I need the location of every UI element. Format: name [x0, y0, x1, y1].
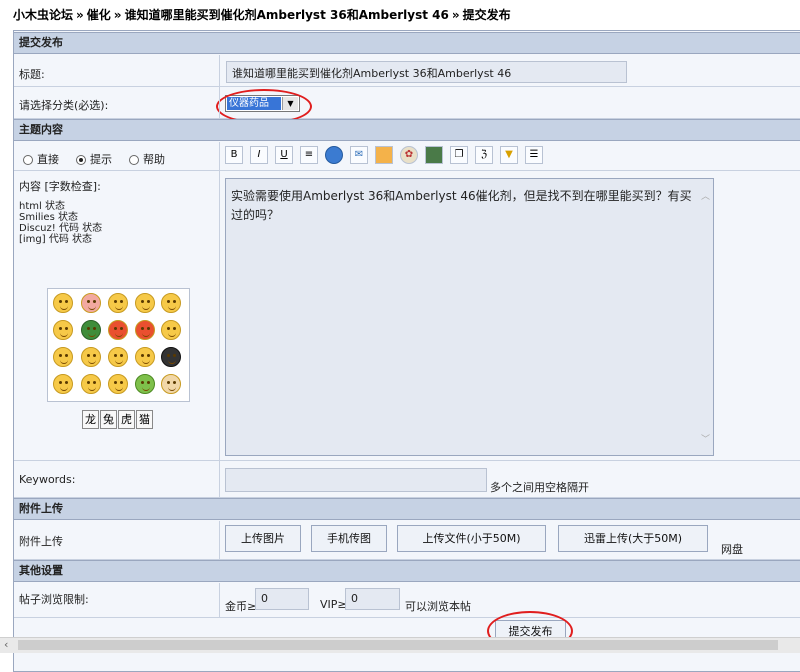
smiley-icon[interactable]	[108, 374, 128, 394]
gold-input[interactable]: 0	[255, 588, 309, 610]
img-code-status: [img] 代码 状态	[19, 234, 93, 245]
title-label: 标题:	[19, 68, 45, 81]
breadcrumb: 小木虫论坛» 催化» 谁知道哪里能买到催化剂Amberlyst 36和Amberly…	[13, 8, 511, 22]
mode-help-label: 帮助	[143, 153, 165, 166]
globe-link-icon[interactable]	[325, 146, 343, 164]
align-icon[interactable]: ≡	[300, 146, 318, 164]
smiley-icon[interactable]	[135, 347, 155, 367]
media-icon[interactable]: ✿	[400, 146, 418, 164]
smiley-icon[interactable]	[135, 293, 155, 313]
film-icon[interactable]	[425, 146, 443, 164]
breadcrumb-current: 提交发布	[462, 8, 511, 22]
title-input[interactable]: 谁知道哪里能买到催化剂Amberlyst 36和Amberlyst 46	[226, 61, 627, 83]
smiley-icon[interactable]	[161, 347, 181, 367]
smiley-icon[interactable]	[81, 374, 101, 394]
smilies-tab-rabbit[interactable]: 兔	[100, 410, 117, 429]
smiley-icon[interactable]	[53, 347, 73, 367]
keywords-input[interactable]	[225, 468, 487, 492]
code-icon[interactable]: ℨ	[475, 146, 493, 164]
smiley-icon[interactable]	[81, 347, 101, 367]
view-limit-label: 帖子浏览限制:	[19, 593, 89, 606]
smiley-icon[interactable]	[108, 320, 128, 340]
smiley-icon[interactable]	[161, 293, 181, 313]
format-status-list: html 状态 Smilies 状态 Discuz! 代码 状态 [img] 代…	[19, 201, 102, 245]
smiley-icon[interactable]	[81, 293, 101, 313]
smilies-status: Smilies 状态	[19, 212, 78, 223]
smiley-icon[interactable]	[81, 320, 101, 340]
column-divider	[219, 521, 220, 559]
column-divider	[219, 142, 220, 497]
page-horizontal-scrollbar[interactable]: ‹	[0, 637, 800, 653]
scrollbar-thumb[interactable]	[18, 640, 778, 650]
content-scrollbar[interactable]: ︿ ﹀	[698, 179, 713, 455]
view-limit-suffix: 可以浏览本帖	[405, 600, 471, 613]
smilies-tab-cat[interactable]: 猫	[136, 410, 153, 429]
discuz-code-status: Discuz! 代码 状态	[19, 223, 103, 234]
content-textarea[interactable]: 实验需要使用Amberlyst 36和Amberlyst 46催化剂，但是找不到…	[225, 178, 714, 456]
upload-image-button[interactable]: 上传图片	[225, 525, 301, 552]
mode-hint-radio[interactable]	[76, 155, 86, 165]
section-header-submit: 提交发布	[14, 32, 800, 54]
upload-file-button[interactable]: 上传文件(小于50M)	[397, 525, 546, 552]
spoiler-icon[interactable]: ▼	[500, 146, 518, 164]
image-icon[interactable]	[375, 146, 393, 164]
scroll-up-icon[interactable]: ︿	[701, 189, 710, 202]
smiley-icon[interactable]	[135, 374, 155, 394]
vip-input[interactable]: 0	[345, 588, 400, 610]
keywords-label: Keywords:	[19, 473, 76, 486]
list-icon[interactable]: ☰	[525, 146, 543, 164]
thunder-upload-button[interactable]: 迅雷上传(大于50M)	[558, 525, 708, 552]
attachments-label: 附件上传	[19, 535, 63, 548]
section-header-other: 其他设置	[14, 560, 800, 582]
mode-help-radio[interactable]	[129, 155, 139, 165]
scroll-down-icon[interactable]: ﹀	[701, 432, 710, 445]
breadcrumb-forum-link[interactable]: 小木虫论坛	[13, 8, 73, 22]
smiley-icon[interactable]	[161, 320, 181, 340]
mode-hint-label: 提示	[90, 153, 112, 166]
smiley-icon[interactable]	[108, 293, 128, 313]
breadcrumb-thread-link[interactable]: 谁知道哪里能买到催化剂Amberlyst 36和Amberlyst 46	[125, 8, 449, 22]
smilies-tab-tiger[interactable]: 虎	[118, 410, 135, 429]
smiley-icon[interactable]	[53, 320, 73, 340]
smiley-icon[interactable]	[53, 293, 73, 313]
keywords-hint: 多个之间用空格隔开	[490, 481, 589, 494]
smiley-icon[interactable]	[161, 374, 181, 394]
section-header-attachments: 附件上传	[14, 498, 800, 520]
underline-icon[interactable]: U	[275, 146, 293, 164]
vip-label: VIP≥	[320, 598, 347, 611]
content-label: 内容 [字数检查]:	[19, 180, 101, 193]
smiley-icon[interactable]	[135, 320, 155, 340]
email-icon[interactable]: ✉	[350, 146, 368, 164]
bold-icon[interactable]: B	[225, 146, 243, 164]
scroll-left-icon[interactable]: ‹	[4, 638, 8, 652]
italic-icon[interactable]: I	[250, 146, 268, 164]
section-header-topic-content: 主题内容	[14, 119, 800, 141]
netdisk-link[interactable]: 网盘	[721, 541, 743, 557]
gold-label: 金币≥	[225, 600, 257, 613]
editor-mode-radios: 直接 提示 帮助	[23, 151, 165, 167]
category-label: 请选择分类(必选):	[19, 99, 109, 112]
smilies-tab-dragon[interactable]: 龙	[82, 410, 99, 429]
mode-direct-radio[interactable]	[23, 155, 33, 165]
breadcrumb-category-link[interactable]: 催化	[87, 8, 111, 22]
column-divider	[219, 55, 220, 118]
column-divider	[219, 583, 220, 617]
html-status: html 状态	[19, 201, 65, 212]
smiley-icon[interactable]	[108, 347, 128, 367]
content-text: 实验需要使用Amberlyst 36和Amberlyst 46催化剂，但是找不到…	[231, 189, 692, 222]
quote-icon[interactable]: ❐	[450, 146, 468, 164]
mode-direct-label: 直接	[37, 153, 59, 166]
smiley-icon[interactable]	[53, 374, 73, 394]
mobile-upload-button[interactable]: 手机传图	[311, 525, 387, 552]
category-row	[14, 87, 800, 119]
